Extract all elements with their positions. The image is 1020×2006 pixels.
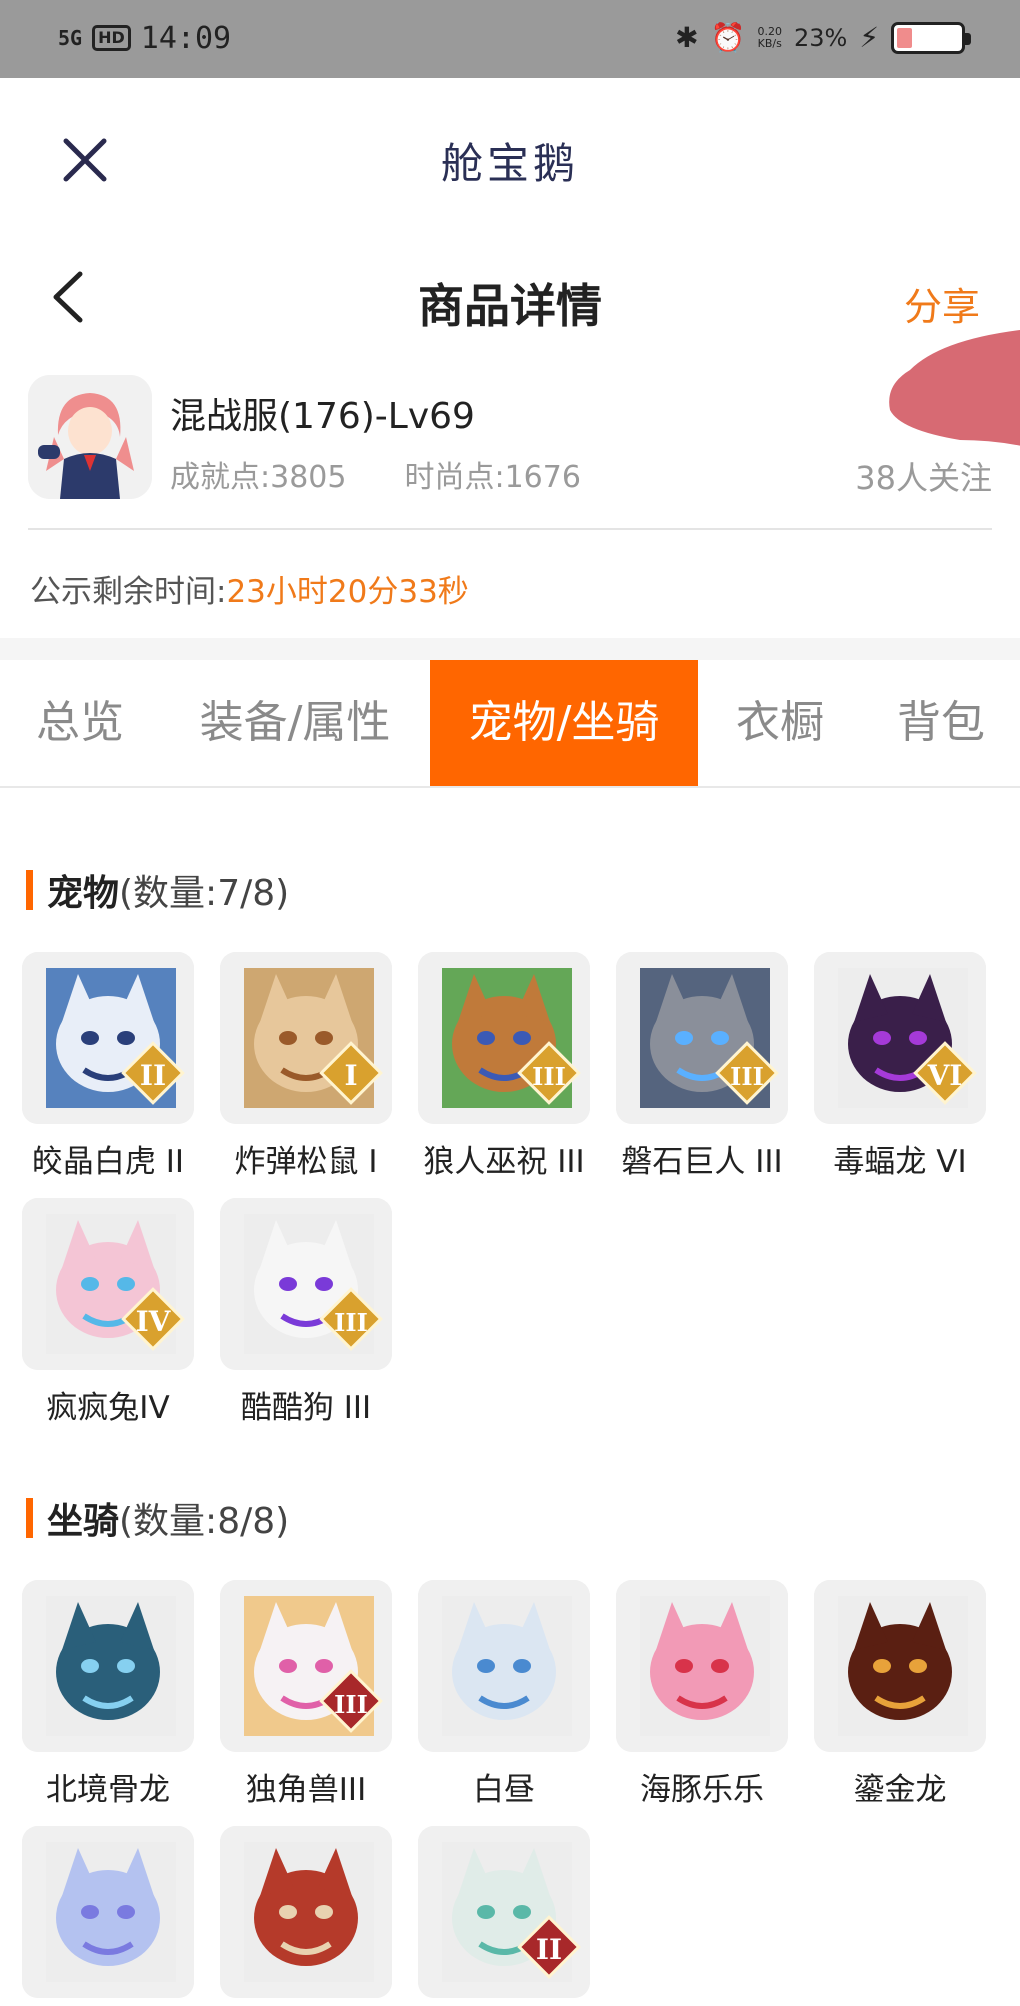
mount-item[interactable]	[18, 1826, 198, 1998]
squirrel-icon: I	[220, 952, 392, 1124]
item-label: 疯疯兔IV	[46, 1390, 170, 1426]
share-button[interactable]: 分享	[904, 276, 980, 331]
countdown-value: 23小时20分33秒	[226, 574, 469, 610]
svg-text:VI: VI	[927, 1059, 963, 1092]
item-label: 毒蝠龙 VI	[833, 1144, 967, 1180]
svg-text:I: I	[344, 1059, 357, 1092]
product-name: 混战服(176)-Lv69	[170, 396, 475, 437]
status-right: ✱ ⏰ 0.20 KB/s 23% ⚡	[675, 16, 971, 60]
mount-item[interactable]: II	[414, 1826, 594, 1998]
pet-item[interactable]: II 皎晶白虎 II	[18, 952, 198, 1181]
countdown-label: 公示剩余时间:	[30, 574, 227, 610]
bone-dragon-icon	[22, 1580, 194, 1752]
app-header: 舱宝鹅	[0, 78, 1020, 250]
tab-backpack[interactable]: 背包	[862, 660, 1020, 786]
poison-bat-dragon-icon: VI	[814, 952, 986, 1124]
fashion-points: 时尚点:1676	[404, 460, 581, 495]
pet-item[interactable]: III 狼人巫祝 III	[414, 952, 594, 1181]
product-summary: 混战服(176)-Lv69 成就点:3805 时尚点:1676 38人关注	[28, 375, 992, 503]
mount-item[interactable]: 鎏金龙	[810, 1580, 990, 1809]
app-title: 舱宝鹅	[440, 139, 579, 188]
redaction-mark	[889, 330, 1020, 446]
mount-item[interactable]: 海豚乐乐	[612, 1580, 792, 1809]
svg-text:III: III	[334, 1690, 368, 1719]
detail-header: 商品详情 分享	[0, 250, 1020, 350]
item-label: 酷酷狗 III	[240, 1390, 372, 1426]
item-label: 炸弹松鼠 I	[234, 1144, 378, 1180]
item-label: 海豚乐乐	[640, 1772, 764, 1808]
page-title: 商品详情	[418, 279, 602, 333]
red-dinosaur-icon	[220, 1826, 392, 1998]
unicorn-icon: III	[220, 1580, 392, 1752]
mount-item[interactable]: 白昼	[414, 1580, 594, 1809]
golden-dragon-icon	[814, 1580, 986, 1752]
speed-unit: KB/s	[757, 37, 782, 50]
item-label: 皎晶白虎 II	[31, 1144, 185, 1180]
white-tiger-icon: II	[22, 952, 194, 1124]
achievement-points: 成就点:3805	[170, 460, 347, 495]
svg-text:II: II	[140, 1059, 166, 1092]
alarm-icon: ⏰	[710, 21, 746, 54]
signal-indicator: 5G	[58, 26, 83, 50]
mount-item[interactable]: 北境骨龙	[18, 1580, 198, 1809]
item-label: 鎏金龙	[853, 1772, 947, 1808]
tab-overview[interactable]: 总览	[0, 660, 160, 786]
item-label: 北境骨龙	[46, 1772, 170, 1808]
pets-count: (数量:7/8)	[119, 873, 290, 914]
publicity-countdown: 公示剩余时间:23小时20分33秒	[30, 566, 469, 611]
battery-percent: 23%	[793, 24, 848, 52]
tab-pets-mounts[interactable]: 宠物/坐骑	[430, 660, 698, 786]
svg-text:III: III	[532, 1062, 566, 1091]
network-speed: 0.20 KB/s	[757, 26, 782, 50]
item-label: 白昼	[473, 1772, 535, 1808]
product-stats: 成就点:3805 时尚点:1676	[170, 452, 581, 496]
pet-item[interactable]: III 磐石巨人 III	[612, 952, 792, 1181]
rock-giant-icon: III	[616, 952, 788, 1124]
svg-text:II: II	[536, 1933, 562, 1966]
spirit-fox-icon	[22, 1826, 194, 1998]
item-label: 独角兽III	[245, 1772, 367, 1808]
mounts-section-title: 坐骑 (数量:8/8)	[26, 1492, 289, 1544]
section-marker	[26, 1498, 33, 1538]
status-left: 5G HD 14:09	[58, 16, 231, 60]
hd-badge: HD	[92, 25, 131, 51]
white-dragon-icon	[418, 1580, 590, 1752]
werewolf-shaman-icon: III	[418, 952, 590, 1124]
pet-item[interactable]: I 炸弹松鼠 I	[216, 952, 396, 1181]
item-label: 磐石巨人 III	[621, 1144, 783, 1180]
crazy-rabbit-icon: IV	[22, 1198, 194, 1370]
svg-text:III: III	[730, 1062, 764, 1091]
item-label: 狼人巫祝 III	[423, 1144, 585, 1180]
status-bar: 5G HD 14:09 ✱ ⏰ 0.20 KB/s 23% ⚡	[0, 0, 1020, 78]
pets-section-title: 宠物 (数量:7/8)	[26, 864, 289, 916]
detail-tabs: 总览 装备/属性 宠物/坐骑 衣橱 背包	[0, 660, 1020, 788]
pet-item[interactable]: III 酷酷狗 III	[216, 1198, 396, 1427]
battery-icon	[891, 22, 971, 54]
mounts-count: (数量:8/8)	[119, 1501, 290, 1542]
clock: 14:09	[140, 20, 232, 56]
divider	[28, 528, 992, 530]
pet-item[interactable]: VI 毒蝠龙 VI	[810, 952, 990, 1181]
section-marker	[26, 870, 33, 910]
character-avatar	[28, 375, 152, 499]
bluetooth-icon: ✱	[675, 21, 699, 54]
mounts-heading: 坐骑	[47, 1501, 120, 1542]
mount-item[interactable]: III 独角兽III	[216, 1580, 396, 1809]
dolphin-icon	[616, 1580, 788, 1752]
svg-text:IV: IV	[136, 1305, 172, 1338]
cool-dog-icon: III	[220, 1198, 392, 1370]
pet-item[interactable]: IV 疯疯兔IV	[18, 1198, 198, 1427]
pets-heading: 宠物	[47, 873, 120, 914]
mount-item[interactable]	[216, 1826, 396, 1998]
tab-equipment[interactable]: 装备/属性	[160, 660, 430, 786]
tab-wardrobe[interactable]: 衣橱	[698, 660, 862, 786]
section-separator	[0, 638, 1020, 660]
white-deer-icon: II	[418, 1826, 590, 1998]
svg-text:III: III	[334, 1308, 368, 1337]
charging-icon: ⚡	[859, 21, 879, 54]
follower-count[interactable]: 38人关注	[855, 453, 992, 499]
